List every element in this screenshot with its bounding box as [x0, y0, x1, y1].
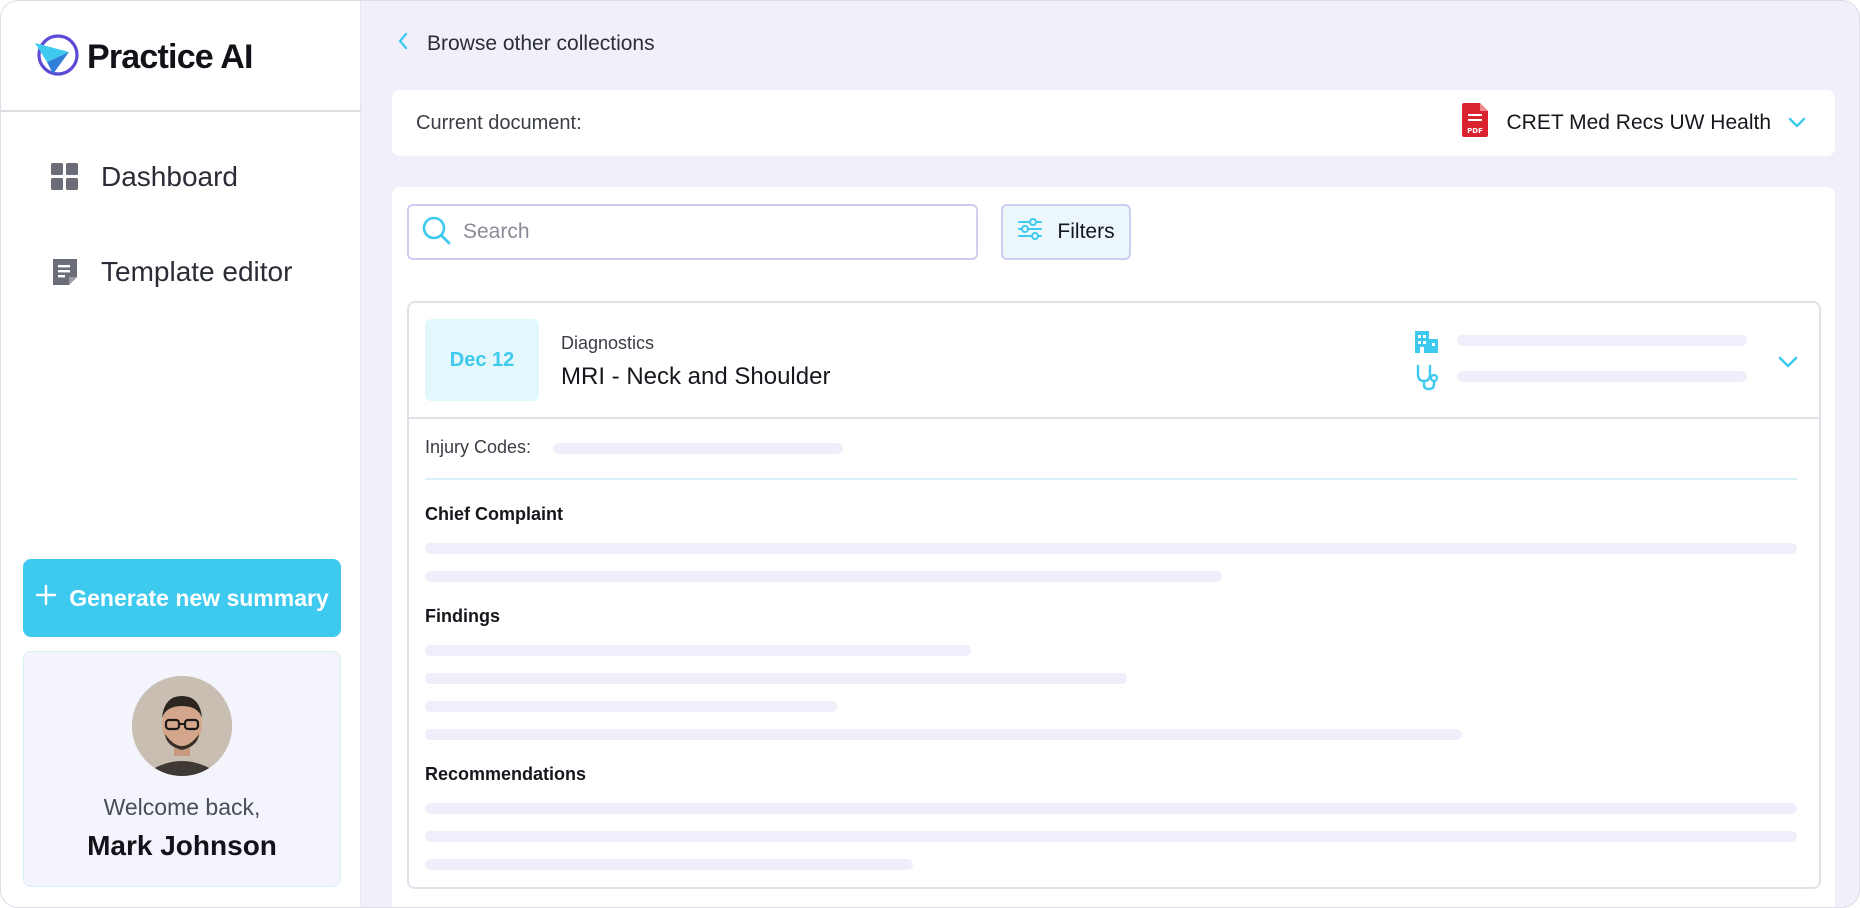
- injury-codes-label: Injury Codes:: [425, 437, 532, 457]
- chevron-left-icon: [397, 32, 409, 56]
- stethoscope-icon: [1412, 363, 1440, 391]
- text-placeholder-line: [425, 803, 1797, 814]
- welcome-text: Welcome back,: [103, 794, 261, 820]
- user-name: Mark Johnson: [87, 830, 277, 861]
- pdf-file-icon: PDF: [1460, 102, 1490, 144]
- chevron-down-icon: [1787, 111, 1807, 135]
- browse-collections-link[interactable]: Browse other collections: [397, 29, 655, 59]
- app-window: Practice AI Dashboard Template editor Ge…: [0, 0, 1860, 908]
- filters-label: Filters: [1057, 220, 1115, 243]
- sidebar-item-template-editor[interactable]: Template editor: [49, 250, 292, 294]
- record-title: MRI - Neck and Shoulder: [561, 363, 831, 390]
- practice-ai-logo-icon: [33, 32, 79, 83]
- building-icon: [1412, 327, 1440, 355]
- sidebar-item-dashboard[interactable]: Dashboard: [49, 155, 238, 199]
- browse-collections-label: Browse other collections: [427, 32, 655, 55]
- brand-divider: [1, 110, 361, 112]
- record-category: Diagnostics: [561, 333, 655, 353]
- generate-button-label: Generate new summary: [69, 584, 329, 611]
- brand-name: Practice AI: [87, 37, 254, 76]
- generate-new-summary-button[interactable]: Generate new summary: [23, 559, 341, 637]
- section-chief-complaint: Chief Complaint: [425, 504, 563, 524]
- section-recommendations: Recommendations: [425, 764, 587, 784]
- text-placeholder-line: [425, 701, 837, 712]
- chevron-down-icon[interactable]: [1775, 349, 1801, 375]
- record-card: Dec 12 Diagnostics MRI - Neck and Should…: [407, 301, 1821, 889]
- records-panel: Filters Dec 12 Diagnostics MRI - Neck an…: [392, 187, 1835, 907]
- section-divider: [425, 478, 1797, 480]
- provider-placeholder: [1457, 371, 1747, 382]
- plus-icon: [35, 584, 57, 612]
- record-date-badge: Dec 12: [425, 319, 539, 401]
- text-placeholder-line: [425, 645, 971, 656]
- selected-document-name: CRET Med Recs UW Health: [1506, 111, 1771, 134]
- text-placeholder-line: [425, 543, 1797, 554]
- injury-codes-placeholder: [553, 443, 843, 454]
- current-document-bar: Current document: PDF CRET Med Recs UW H…: [392, 90, 1835, 156]
- search-input[interactable]: [463, 220, 943, 244]
- record-card-header[interactable]: Dec 12 Diagnostics MRI - Neck and Should…: [409, 303, 1819, 419]
- filters-button[interactable]: Filters: [1001, 204, 1131, 260]
- sidebar: Practice AI Dashboard Template editor Ge…: [1, 1, 361, 907]
- pdf-file-type: PDF: [1468, 127, 1484, 135]
- current-document-label: Current document:: [416, 112, 582, 134]
- text-placeholder-line: [425, 859, 913, 870]
- text-placeholder-line: [425, 571, 1222, 582]
- document-selector[interactable]: PDF CRET Med Recs UW Health: [1460, 102, 1807, 144]
- text-placeholder-line: [425, 831, 1797, 842]
- text-placeholder-line: [425, 729, 1462, 740]
- document-edit-icon: [49, 256, 81, 288]
- search-box[interactable]: [407, 204, 978, 260]
- user-card: Welcome back, Mark Johnson: [23, 651, 341, 887]
- text-placeholder-line: [425, 673, 1127, 684]
- facility-placeholder: [1457, 335, 1747, 346]
- dashboard-grid-icon: [49, 161, 81, 193]
- sidebar-item-label: Template editor: [101, 256, 293, 287]
- brand-logo[interactable]: Practice AI: [33, 32, 254, 83]
- section-findings: Findings: [425, 606, 500, 626]
- search-icon: [421, 215, 451, 250]
- avatar[interactable]: [132, 676, 232, 776]
- sliders-icon: [1017, 218, 1043, 246]
- sidebar-item-label: Dashboard: [101, 161, 238, 192]
